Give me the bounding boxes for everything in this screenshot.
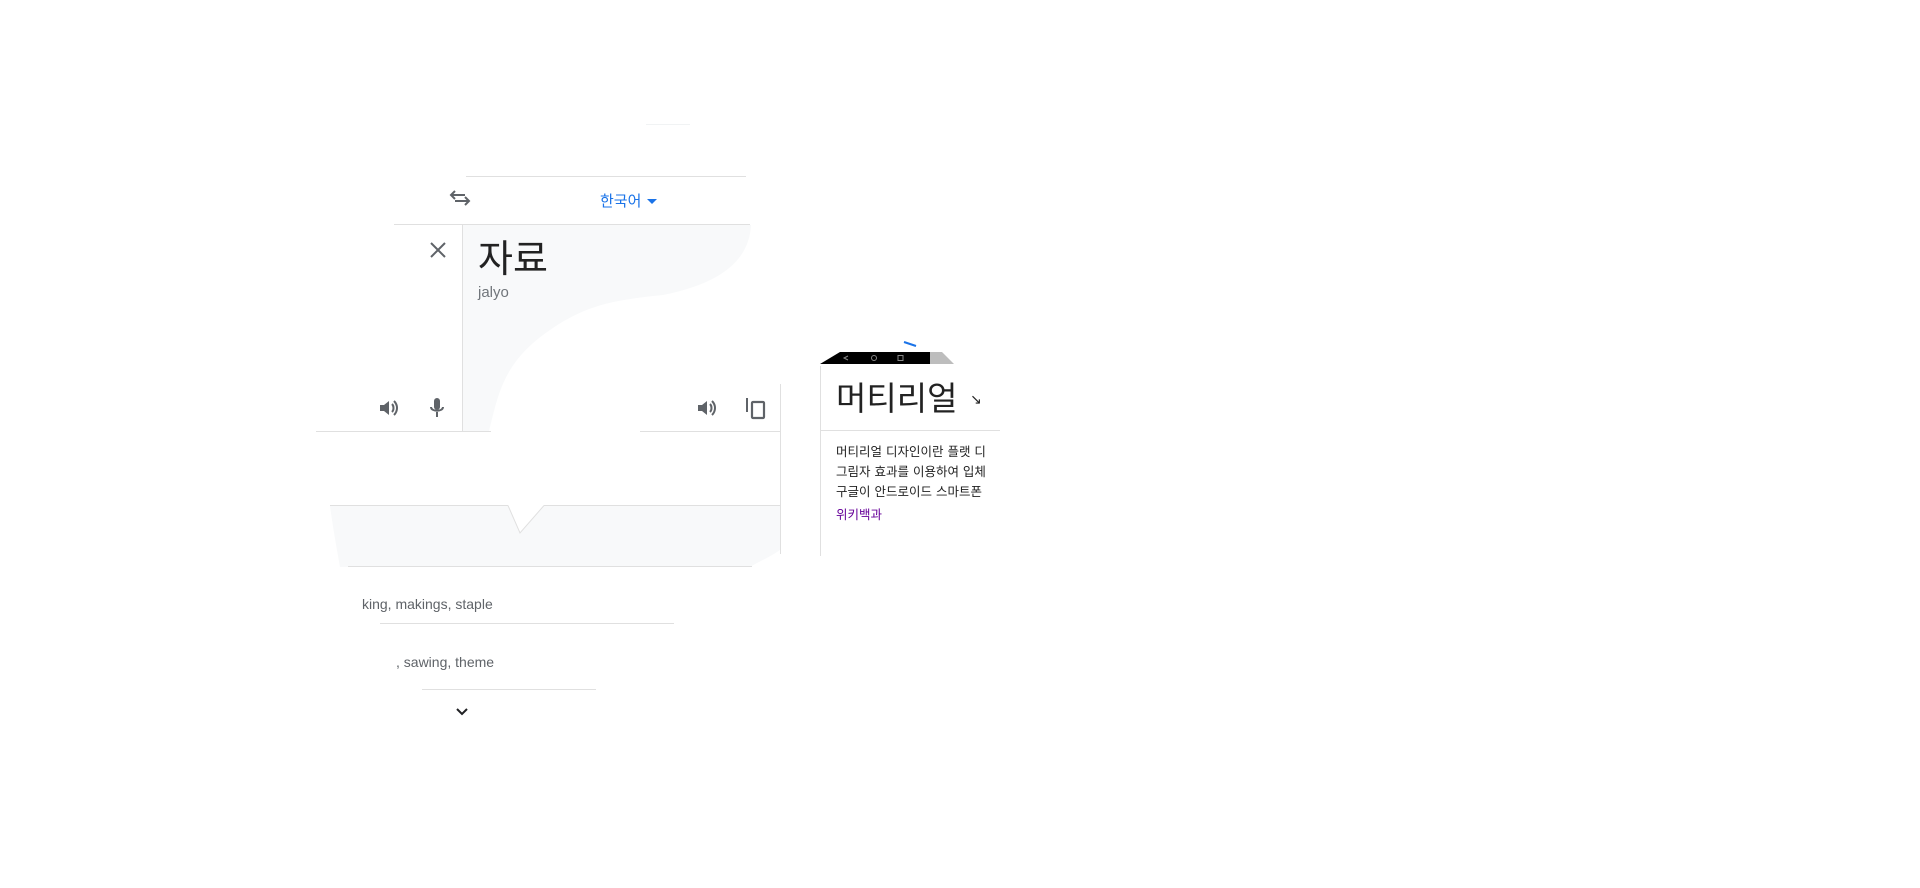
knowledge-card: 머티리얼 ↘ 머티리얼 디자인이란 플랫 디 그림자 효과를 이용하여 입체 구… [820, 336, 1000, 556]
divider [640, 431, 780, 432]
translation-result: 자료 [478, 237, 548, 281]
card-description: 머티리얼 디자인이란 플랫 디 그림자 효과를 이용하여 입체 구글이 안드로이… [836, 442, 986, 502]
divider [380, 623, 674, 624]
divider [316, 431, 491, 432]
divider [466, 176, 746, 177]
speaker-icon [698, 400, 716, 416]
divider [780, 384, 781, 554]
truncated-glyph: ↘ [970, 391, 982, 407]
suggestion-row[interactable]: , sawing, theme [396, 654, 494, 670]
swap-arrows-icon[interactable] [448, 186, 472, 210]
card-text-line: 머티리얼 디자인이란 플랫 디 [836, 444, 986, 459]
divider [422, 689, 596, 690]
speaker-icon [380, 400, 398, 416]
copy-button[interactable] [742, 394, 770, 422]
details-box [330, 505, 780, 567]
close-icon [430, 242, 446, 258]
divider [646, 124, 690, 125]
listen-source-button[interactable] [376, 395, 402, 421]
target-language-selector[interactable]: 한국어 [600, 190, 658, 211]
listen-translation-button[interactable] [694, 395, 720, 421]
divider [820, 430, 1000, 431]
card-text-line: 구글이 안드로이드 스마트폰 [836, 484, 982, 499]
divider [820, 366, 821, 556]
card-image [820, 341, 954, 364]
suggestion-row[interactable]: king, makings, staple [362, 596, 493, 612]
target-language-label: 한국어 [600, 193, 642, 210]
card-title: 머티리얼 [836, 379, 958, 418]
divider [348, 566, 752, 567]
clear-button[interactable] [426, 238, 450, 262]
copy-icon [746, 398, 766, 420]
chevron-down-icon [456, 708, 468, 716]
expand-button[interactable] [452, 702, 472, 722]
wikipedia-link[interactable]: 위키백과 [836, 504, 882, 523]
microphone-button[interactable] [424, 395, 450, 421]
romanization-text: jalyo [478, 284, 509, 301]
card-text-line: 그림자 효과를 이용하여 입체 [836, 464, 986, 479]
chevron-down-icon [647, 199, 658, 205]
microphone-icon [430, 398, 444, 417]
